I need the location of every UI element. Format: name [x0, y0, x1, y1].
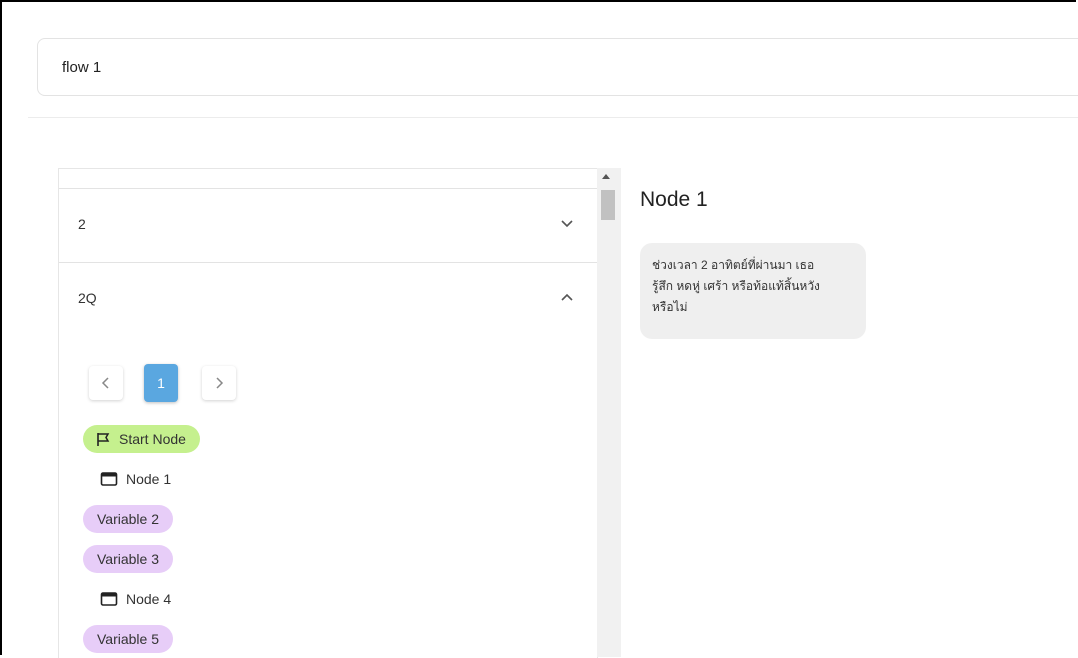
- flag-icon: [97, 433, 110, 446]
- node-label: Node 1: [126, 471, 172, 487]
- message-line: ช่วงเวลา 2 อาทิตย์ที่ผ่านมา เธอ: [652, 258, 815, 272]
- node-panel: 2 2Q 1 Start Node Node 1 Variable 2 Vari…: [58, 168, 598, 658]
- message-line: หรือไม่: [652, 300, 688, 314]
- detail-title: Node 1: [640, 188, 708, 211]
- node-label: Variable 3: [97, 551, 160, 567]
- pagination-prev-button[interactable]: [89, 366, 123, 400]
- scrollbar[interactable]: [597, 168, 621, 657]
- window-icon: [100, 592, 118, 606]
- flow-title: flow 1: [62, 59, 102, 76]
- message-line: รู้สึก หดหู่ เศร้า หรือท้อแท้สิ้นหวัง: [652, 279, 820, 293]
- scroll-up-arrow[interactable]: [602, 174, 610, 179]
- chevron-up-icon: [561, 293, 573, 301]
- scroll-thumb[interactable]: [601, 190, 615, 220]
- list-item-variable-3[interactable]: Variable 3: [83, 545, 174, 573]
- pagination-page-current[interactable]: 1: [144, 364, 178, 402]
- message-bubble: ช่วงเวลา 2 อาทิตย์ที่ผ่านมา เธอ รู้สึก ห…: [640, 243, 866, 339]
- accordion-label: 2Q: [78, 290, 97, 306]
- list-item-node-4[interactable]: Node 4: [83, 585, 171, 613]
- node-label: Node 4: [126, 591, 172, 607]
- node-label: Start Node: [119, 431, 186, 447]
- list-item-variable-5[interactable]: Variable 5: [83, 625, 174, 653]
- list-item-start-node[interactable]: Start Node: [83, 425, 200, 453]
- accordion-label: 2: [78, 216, 86, 232]
- node-label: Variable 2: [97, 511, 160, 527]
- divider: [28, 117, 1078, 118]
- flow-name-field[interactable]: flow 1: [37, 38, 1078, 96]
- chevron-right-icon: [216, 377, 224, 389]
- window-icon: [100, 472, 118, 486]
- list-item-variable-2[interactable]: Variable 2: [83, 505, 174, 533]
- accordion-item-2[interactable]: 2: [59, 188, 597, 262]
- chevron-left-icon: [101, 377, 109, 389]
- pagination-next-button[interactable]: [202, 366, 236, 400]
- node-label: Variable 5: [97, 631, 160, 647]
- list-item-node-1[interactable]: Node 1: [83, 465, 171, 493]
- chevron-down-icon: [561, 220, 573, 228]
